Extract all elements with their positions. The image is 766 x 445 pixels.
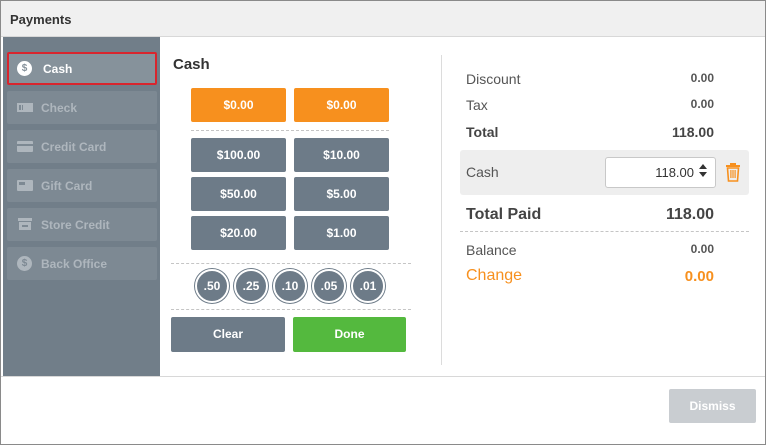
divider [171,263,411,264]
discount-label: Discount [466,71,521,87]
sidebar-item-check[interactable]: Check [7,91,157,124]
sidebar-item-label: Credit Card [41,140,107,154]
bill-20-button[interactable]: $20.00 [191,216,286,250]
spinner-up-icon[interactable] [699,164,707,169]
spinner-down-icon[interactable] [699,172,707,177]
payment-method-sidebar: $ Cash Check Credit Card Gift Card Store… [3,37,160,376]
tax-value: 0.00 [690,97,714,111]
bill-50-button[interactable]: $50.00 [191,177,286,211]
quick-amount-button-2[interactable]: $0.00 [294,88,389,122]
amount-spinner[interactable] [698,163,708,183]
sidebar-item-label: Check [41,101,78,115]
coin-10-button[interactable]: .10 [273,269,307,303]
sidebar-item-label: Back Office [41,257,108,271]
check-icon [17,100,33,114]
coin-05-button[interactable]: .05 [312,269,346,303]
total-paid-value: 118.00 [665,206,714,223]
payment-main-panel: Cash $0.00 $0.00 $100.00 $10.00 $50.00 $… [160,37,765,376]
trash-icon[interactable] [725,163,741,182]
sidebar-item-label: Store Credit [41,218,110,232]
bill-5-button[interactable]: $5.00 [294,177,389,211]
total-paid-label: Total Paid [466,206,542,223]
sidebar-item-cash[interactable]: $ Cash [7,52,157,85]
cash-payment-row: Cash [460,150,749,195]
bill-100-button[interactable]: $100.00 [191,138,286,172]
divider [171,309,411,310]
store-icon [17,217,33,231]
tax-label: Tax [466,97,488,113]
quick-amount-button-1[interactable]: $0.00 [191,88,286,122]
change-value: 0.00 [684,268,714,285]
sidebar-item-label: Cash [43,62,73,76]
divider [460,231,749,232]
done-button[interactable]: Done [293,317,406,352]
cash-payment-label: Cash [466,164,499,180]
coin-01-button[interactable]: .01 [351,269,385,303]
dollar-coin-icon: $ [17,61,33,76]
change-label: Change [466,267,523,284]
total-value: 118.00 [671,124,714,140]
payments-dialog: Payments $ Cash Check Credit Card Gift C… [0,0,766,445]
dollar-coin-icon: $ [17,256,33,271]
discount-value: 0.00 [690,71,714,85]
coin-50-button[interactable]: .50 [195,269,229,303]
dialog-titlebar: Payments [1,1,765,37]
credit-card-icon [17,139,33,153]
clear-button[interactable]: Clear [171,317,285,352]
balance-value: 0.00 [690,242,714,256]
bill-1-button[interactable]: $1.00 [294,216,389,250]
bill-10-button[interactable]: $10.00 [294,138,389,172]
sidebar-item-gift-card[interactable]: Gift Card [7,169,157,202]
sidebar-item-credit-card[interactable]: Credit Card [7,130,157,163]
balance-label: Balance [466,242,517,258]
dialog-title: Payments [10,12,72,27]
gift-card-icon [17,178,33,192]
dismiss-button[interactable]: Dismiss [669,389,756,423]
divider [191,130,389,131]
sidebar-item-back-office[interactable]: $ Back Office [7,247,157,280]
coin-25-button[interactable]: .25 [234,269,268,303]
sidebar-item-store-credit[interactable]: Store Credit [7,208,157,241]
total-label: Total [466,124,499,140]
keypad-title: Cash [173,56,210,73]
dialog-footer: Dismiss [1,376,765,444]
sidebar-item-label: Gift Card [41,179,93,193]
panel-divider [441,55,442,365]
